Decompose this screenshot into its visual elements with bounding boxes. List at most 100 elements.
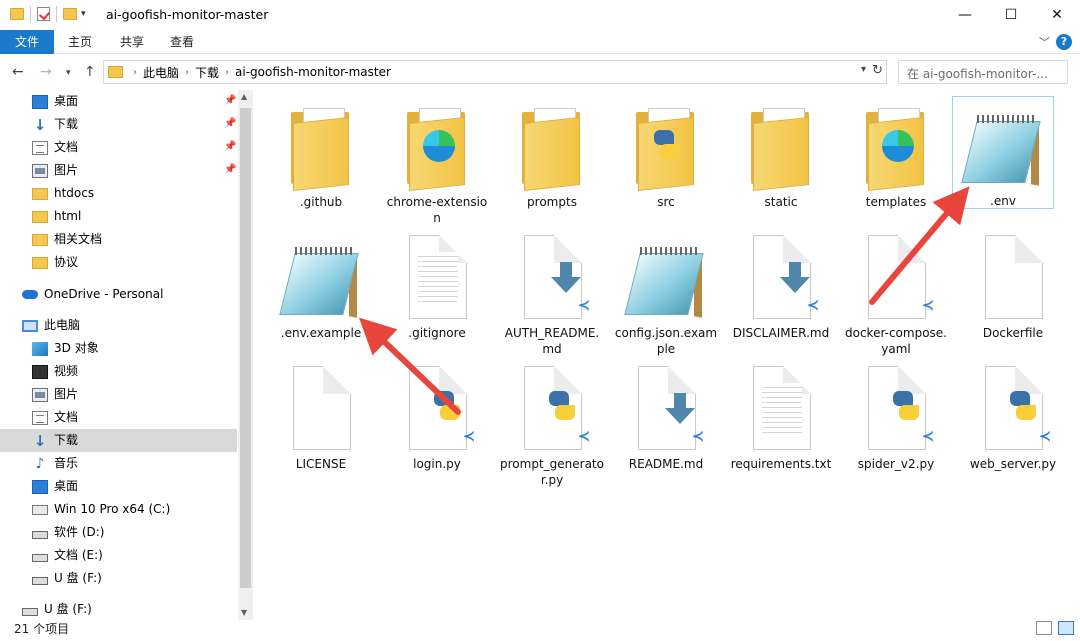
picture-icon bbox=[32, 163, 48, 178]
maximize-button[interactable]: ☐ bbox=[988, 0, 1034, 30]
file-item[interactable]: ≺ prompt_generator.py bbox=[497, 360, 607, 490]
sidebar-item[interactable]: 桌面 bbox=[32, 475, 222, 498]
sidebar-item[interactable]: 协议 bbox=[32, 251, 222, 274]
chevron-right-icon[interactable]: › bbox=[185, 67, 189, 78]
back-icon[interactable]: ← bbox=[12, 64, 24, 80]
properties-icon[interactable] bbox=[37, 7, 50, 21]
file-name: .gitignore bbox=[408, 326, 466, 340]
python-file-icon: ≺ bbox=[512, 366, 592, 452]
chevron-right-icon[interactable]: › bbox=[225, 67, 229, 78]
close-button[interactable]: ✕ bbox=[1034, 0, 1080, 30]
tab-home[interactable]: 主页 bbox=[56, 30, 104, 54]
sidebar-item[interactable]: ♪ 音乐 bbox=[32, 452, 222, 475]
pin-icon[interactable]: 📌 bbox=[224, 141, 236, 152]
folder-icon bbox=[10, 8, 24, 20]
pin-icon[interactable]: 📌 bbox=[224, 95, 236, 106]
desktop-icon bbox=[32, 94, 48, 109]
scroll-up-icon[interactable]: ▲ bbox=[241, 92, 247, 101]
sidebar-item-label: 音乐 bbox=[54, 456, 79, 470]
sidebar-item-label: html bbox=[54, 209, 82, 223]
large-icons-view-icon[interactable] bbox=[1058, 621, 1074, 635]
collapse-ribbon-icon[interactable]: ﹀ bbox=[1039, 34, 1050, 50]
tab-view[interactable]: 查看 bbox=[158, 30, 206, 54]
sidebar-item[interactable]: 3D 对象 bbox=[32, 337, 222, 360]
sidebar-item[interactable]: htdocs bbox=[32, 182, 222, 205]
file-item[interactable]: src bbox=[611, 98, 721, 228]
details-view-icon[interactable] bbox=[1036, 621, 1052, 635]
chevron-right-icon[interactable]: › bbox=[133, 67, 137, 78]
sidebar-item[interactable]: U 盘 (F:) bbox=[22, 598, 212, 620]
file-item[interactable]: ≺ AUTH_README.md bbox=[497, 229, 607, 359]
sidebar-item[interactable]: html bbox=[32, 205, 222, 228]
file-item[interactable]: LICENSE bbox=[266, 360, 376, 490]
breadcrumb-item[interactable]: 下载 bbox=[195, 64, 219, 81]
file-item[interactable]: static bbox=[726, 98, 836, 228]
sidebar-item[interactable]: 此电脑 bbox=[22, 314, 212, 337]
sidebar-item[interactable]: 软件 (D:) bbox=[32, 521, 222, 544]
windows-drive-icon bbox=[32, 504, 48, 515]
sidebar-item[interactable]: 视频 bbox=[32, 360, 222, 383]
sidebar-item[interactable]: ↓ 下载 bbox=[32, 113, 222, 136]
sidebar-item[interactable]: 图片 bbox=[32, 159, 222, 182]
file-name: .env.example bbox=[280, 326, 362, 340]
file-item[interactable]: .github bbox=[266, 98, 376, 228]
customize-toolbar-icon[interactable]: ▾ bbox=[81, 9, 86, 19]
file-item[interactable]: .env bbox=[952, 96, 1054, 209]
text-file-icon bbox=[741, 366, 821, 452]
scrollbar-thumb[interactable] bbox=[240, 108, 251, 588]
file-item[interactable]: .gitignore bbox=[382, 229, 492, 359]
file-item[interactable]: ≺ README.md bbox=[611, 360, 721, 490]
tab-file[interactable]: 文件 bbox=[0, 30, 54, 54]
file-item[interactable]: chrome-extension bbox=[382, 98, 492, 228]
sidebar-scrollbar[interactable]: ▲ ▼ bbox=[238, 90, 253, 620]
new-folder-icon[interactable] bbox=[63, 8, 77, 20]
tab-share[interactable]: 共享 bbox=[108, 30, 156, 54]
scroll-down-icon[interactable]: ▼ bbox=[241, 608, 247, 617]
chevron-down-icon[interactable]: ▾ bbox=[861, 64, 866, 75]
file-item[interactable]: prompts bbox=[497, 98, 607, 228]
sidebar-item[interactable]: 桌面 bbox=[32, 90, 222, 113]
sidebar-item[interactable]: Win 10 Pro x64 (C:) bbox=[32, 498, 222, 521]
drive-icon bbox=[32, 576, 48, 585]
help-icon[interactable]: ? bbox=[1056, 34, 1072, 50]
search-input[interactable]: 在 ai-goofish-monitor-... bbox=[898, 60, 1068, 84]
blank-file-icon bbox=[973, 235, 1053, 321]
file-item[interactable]: ≺ DISCLAIMER.md bbox=[726, 229, 836, 359]
file-item[interactable]: ≺ spider_v2.py bbox=[841, 360, 951, 490]
sidebar-item[interactable]: 图片 bbox=[32, 383, 222, 406]
up-icon[interactable]: ↑ bbox=[84, 64, 96, 80]
file-item[interactable]: .env.example bbox=[266, 229, 376, 359]
sidebar-item[interactable]: U 盘 (F:) bbox=[32, 567, 222, 590]
sidebar-item-label: 协议 bbox=[54, 255, 79, 269]
sidebar-item[interactable]: 文档 bbox=[32, 406, 222, 429]
file-item[interactable]: Dockerfile bbox=[958, 229, 1068, 359]
minimize-button[interactable]: — bbox=[942, 0, 988, 30]
sidebar-item-label: 软件 (D:) bbox=[54, 525, 105, 539]
file-item[interactable]: requirements.txt bbox=[726, 360, 836, 490]
sidebar-item-label: 桌面 bbox=[54, 94, 79, 108]
address-bar[interactable]: › 此电脑 › 下载 › ai-goofish-monitor-master ▾… bbox=[103, 60, 887, 84]
file-item[interactable]: ≺ login.py bbox=[382, 360, 492, 490]
pin-icon[interactable]: 📌 bbox=[224, 118, 236, 129]
sidebar-item[interactable]: ↓ 下载 bbox=[0, 429, 237, 452]
file-name: templates bbox=[865, 195, 927, 209]
breadcrumb-item[interactable]: ai-goofish-monitor-master bbox=[235, 65, 391, 79]
sidebar-item-label: U 盘 (F:) bbox=[44, 602, 92, 616]
sidebar-item[interactable]: 文档 bbox=[32, 136, 222, 159]
file-item[interactable]: ≺ docker-compose.yaml bbox=[841, 229, 951, 359]
file-item[interactable]: config.json.example bbox=[611, 229, 721, 359]
markdown-file-icon: ≺ bbox=[626, 366, 706, 452]
pin-icon[interactable]: 📌 bbox=[224, 164, 236, 175]
folder-icon bbox=[626, 104, 706, 191]
file-item[interactable]: templates bbox=[841, 98, 951, 228]
breadcrumb-item[interactable]: 此电脑 bbox=[143, 64, 179, 81]
sidebar-item[interactable]: OneDrive - Personal bbox=[22, 283, 212, 306]
status-bar: 21 个项目 bbox=[0, 620, 1080, 641]
recent-locations-icon[interactable]: ▾ bbox=[66, 68, 71, 78]
sidebar-item[interactable]: 文档 (E:) bbox=[32, 544, 222, 567]
refresh-icon[interactable]: ↻ bbox=[872, 63, 883, 78]
markdown-file-icon: ≺ bbox=[741, 235, 821, 321]
forward-icon[interactable]: → bbox=[40, 64, 52, 80]
file-item[interactable]: ≺ web_server.py bbox=[958, 360, 1068, 490]
sidebar-item[interactable]: 相关文档 bbox=[32, 228, 222, 251]
